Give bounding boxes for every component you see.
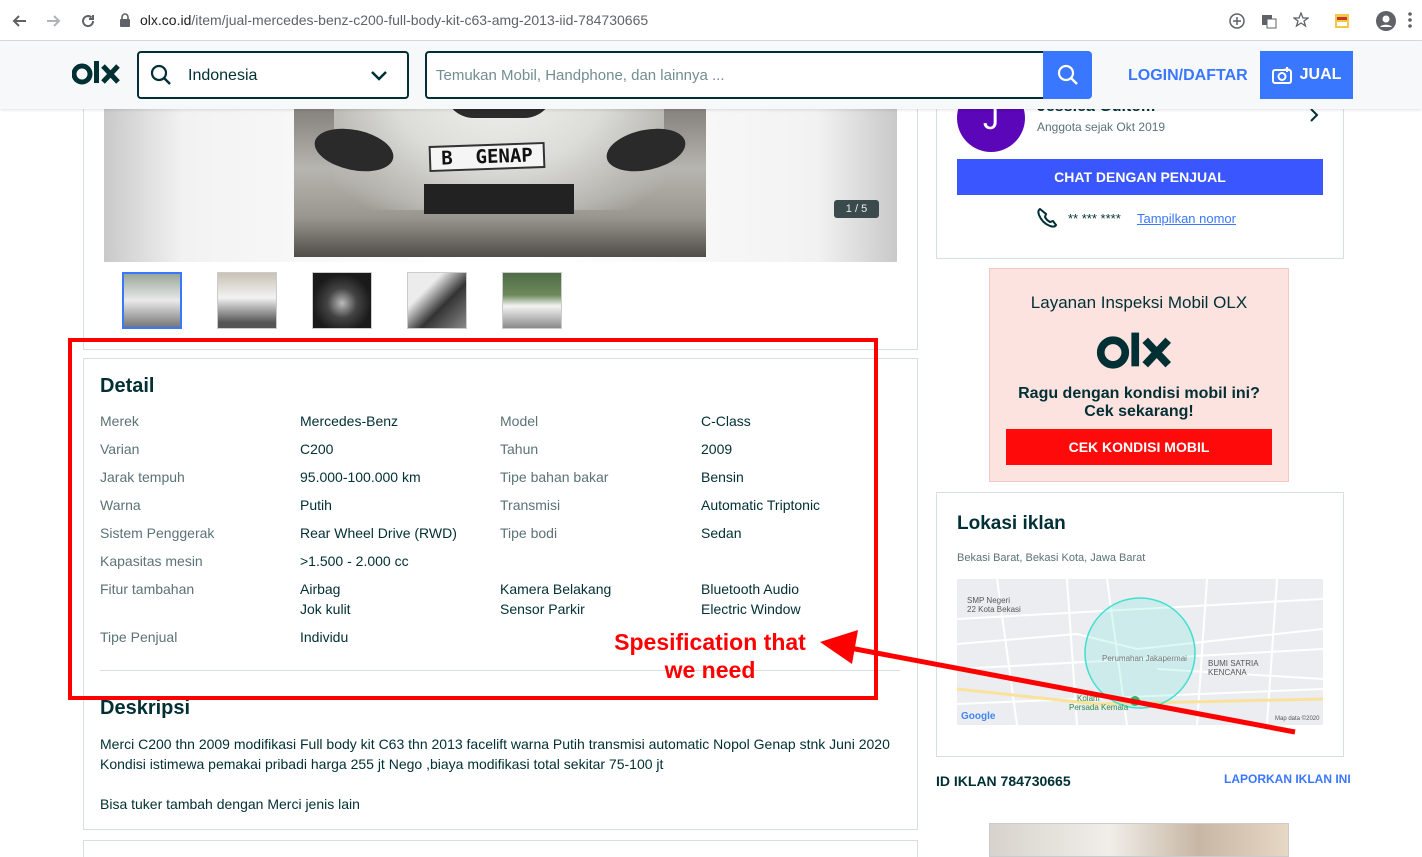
member-since: Anggota sejak Okt 2019 — [1037, 120, 1166, 134]
forward-icon[interactable] — [41, 9, 65, 33]
chat-button[interactable]: CHAT DENGAN PENJUAL — [957, 159, 1323, 195]
license-plate: B GENAP — [428, 141, 546, 173]
search-icon — [150, 64, 172, 91]
annotation-line: Spesification that — [614, 629, 806, 655]
annotation-arrow — [820, 630, 1296, 735]
site-header: Indonesia Temukan Mobil, Handphone, dan … — [0, 41, 1422, 109]
thumbnail-1[interactable] — [122, 272, 182, 329]
reload-icon[interactable] — [76, 9, 100, 33]
ad-banner-image[interactable] — [989, 823, 1289, 857]
map-label: SMP Negeri — [967, 596, 1010, 605]
browser-toolbar: olx.co.id/item/jual-mercedes-benz-c200-f… — [0, 0, 1422, 41]
sell-button[interactable]: JUAL — [1260, 51, 1353, 99]
login-link[interactable]: LOGIN/DAFTAR — [1128, 67, 1248, 85]
description-line: Bisa tuker tambah dengan Merci jenis lai… — [100, 796, 360, 812]
translate-icon[interactable] — [1261, 13, 1277, 34]
lock-icon[interactable] — [119, 13, 131, 32]
thumbnail-3[interactable] — [312, 272, 372, 329]
ad-id: ID IKLAN 784730665 — [936, 773, 1071, 789]
back-icon[interactable] — [8, 9, 32, 33]
description-heading: Deskripsi — [100, 697, 191, 719]
extension-icon[interactable] — [1334, 13, 1350, 34]
map-label: 22 Kota Bekasi — [967, 605, 1021, 614]
thumbnail-5[interactable] — [502, 272, 562, 329]
inspection-question: Ragu dengan kondisi mobil ini? — [1018, 385, 1260, 402]
description-line: Kondisi istimewa pemakai pribadi harga 2… — [100, 756, 664, 772]
url-path: /item/jual-mercedes-benz-c200-full-body-… — [191, 12, 649, 28]
location-address: Bekasi Barat, Bekasi Kota, Jawa Barat — [957, 552, 1146, 564]
search-input[interactable]: Temukan Mobil, Handphone, dan lainnya ..… — [425, 51, 1045, 99]
menu-icon[interactable] — [1408, 12, 1412, 33]
location-heading: Lokasi iklan — [957, 513, 1066, 534]
thumbnail-2[interactable] — [217, 272, 277, 329]
annotation-text: Spesification that we need — [600, 628, 820, 684]
add-icon[interactable] — [1229, 13, 1245, 34]
camera-icon — [1271, 67, 1292, 84]
address-bar[interactable]: olx.co.id/item/jual-mercedes-benz-c200-f… — [140, 12, 648, 28]
search-icon — [1057, 64, 1078, 85]
thumbnail-4[interactable] — [407, 272, 467, 329]
location-select[interactable]: Indonesia — [137, 51, 409, 99]
phone-icon — [1036, 207, 1058, 234]
report-ad-link[interactable]: LAPORKAN IKLAN INI — [1224, 772, 1351, 786]
annotation-line: we need — [664, 657, 756, 683]
sell-label: JUAL — [1299, 66, 1342, 83]
phone-masked: ** *** **** — [1068, 211, 1121, 226]
star-icon[interactable] — [1292, 11, 1310, 33]
inspection-title: Layanan Inspeksi Mobil OLX — [1030, 293, 1248, 312]
search-button[interactable] — [1043, 51, 1092, 99]
olx-logo — [1093, 328, 1179, 379]
search-placeholder: Temukan Mobil, Handphone, dan lainnya ..… — [436, 67, 725, 84]
inspection-cta-text: Cek sekarang! — [1084, 403, 1194, 420]
profile-icon[interactable] — [1376, 11, 1396, 36]
show-number-link[interactable]: Tampilkan nomor — [1137, 211, 1236, 226]
check-condition-button[interactable]: CEK KONDISI MOBIL — [1006, 429, 1272, 465]
url-host: olx.co.id — [140, 12, 192, 28]
next-card — [83, 840, 918, 857]
location-value: Indonesia — [188, 67, 258, 84]
chevron-down-icon — [370, 69, 388, 87]
photo-counter: 1 / 5 — [834, 200, 879, 218]
olx-logo[interactable] — [71, 58, 122, 93]
chevron-right-icon[interactable] — [1309, 107, 1319, 128]
description-line: Merci C200 thn 2009 modifikasi Full body… — [100, 736, 890, 752]
